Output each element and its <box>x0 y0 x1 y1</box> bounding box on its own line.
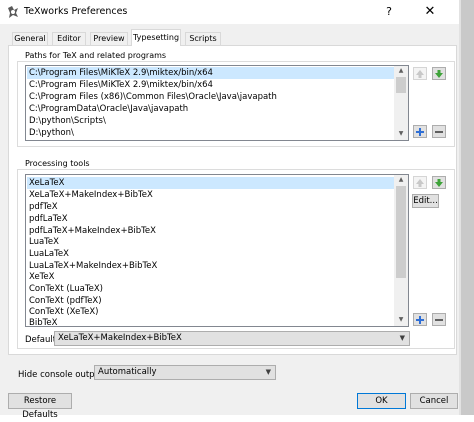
scroll-up-arrow-icon[interactable]: ▲ <box>394 67 408 76</box>
list-item[interactable]: pdfTeX <box>27 201 397 213</box>
list-item[interactable]: C:\ProgramData\Oracle\Java\javapath <box>27 103 397 115</box>
list-item[interactable]: D:\python\Scripts\ <box>27 115 397 127</box>
list-item[interactable]: ConTeXt (LuaTeX) <box>27 283 397 295</box>
paths-list[interactable]: C:\Program Files\MiKTeX 2.9\miktex/bin/x… <box>25 65 409 141</box>
tab-preview[interactable]: Preview <box>90 32 128 45</box>
minus-icon <box>435 318 443 321</box>
hide-console-label: Hide console output: <box>18 370 107 380</box>
scroll-up-arrow-icon[interactable]: ▲ <box>394 176 408 185</box>
help-button[interactable]: ? <box>372 0 406 24</box>
texworks-logo-icon <box>6 5 20 19</box>
add-tool-button[interactable] <box>413 313 427 326</box>
list-item[interactable]: XeLaTeX+MakeIndex+BibTeX <box>27 189 397 201</box>
paths-group-label: Paths for TeX and related programs <box>24 51 168 60</box>
scroll-down-arrow-icon[interactable]: ▼ <box>394 316 408 325</box>
move-up-button[interactable] <box>413 67 427 80</box>
plus-icon <box>416 127 424 136</box>
tools-scrollbar[interactable]: ▲ ▼ <box>394 175 408 326</box>
list-item[interactable]: C:\Program Files (x86)\Common Files\Orac… <box>27 91 397 103</box>
move-up-button[interactable] <box>413 176 427 189</box>
scroll-down-arrow-icon[interactable]: ▼ <box>394 130 408 139</box>
list-item[interactable]: LuaLaTeX <box>27 248 397 260</box>
hide-console-select[interactable]: Automatically ▼ <box>94 365 276 380</box>
tab-editor[interactable]: Editor <box>52 32 86 45</box>
add-path-button[interactable] <box>413 125 427 138</box>
arrow-down-icon <box>435 69 443 78</box>
remove-tool-button[interactable] <box>432 313 446 326</box>
arrow-up-icon <box>416 178 424 187</box>
close-button[interactable]: ✕ <box>413 0 447 24</box>
paths-scrollbar[interactable]: ▲ ▼ <box>394 66 408 140</box>
minus-icon <box>435 130 443 133</box>
edit-tool-button[interactable]: Edit... <box>412 194 439 208</box>
move-down-button[interactable] <box>432 176 446 189</box>
chevron-down-icon: ▼ <box>265 368 271 376</box>
list-item[interactable]: BibTeX <box>27 317 397 326</box>
remove-path-button[interactable] <box>432 125 446 138</box>
tab-typesetting[interactable]: Typesetting <box>131 29 181 46</box>
arrow-up-icon <box>416 69 424 78</box>
tab-scripts[interactable]: Scripts <box>185 32 221 45</box>
scroll-thumb[interactable] <box>396 77 406 93</box>
move-down-button[interactable] <box>432 67 446 80</box>
chevron-down-icon: ▼ <box>399 334 405 342</box>
list-item[interactable]: C:\Program Files\MiKTeX 2.9\miktex/bin/x… <box>27 79 397 91</box>
cancel-button[interactable]: Cancel <box>410 393 458 409</box>
hide-console-value: Automatically <box>98 367 157 377</box>
window-title: TeXworks Preferences <box>24 6 128 17</box>
ok-button[interactable]: OK <box>357 393 406 409</box>
background-window <box>461 0 474 415</box>
list-item[interactable]: C:\Program Files\MiKTeX 2.9\miktex/bin/x… <box>27 67 397 79</box>
default-tool-select[interactable]: XeLaTeX+MakeIndex+BibTeX ▼ <box>54 331 410 346</box>
list-item[interactable]: LuaTeX <box>27 236 397 248</box>
default-tool-value: XeLaTeX+MakeIndex+BibTeX <box>58 333 182 343</box>
tools-list[interactable]: XeLaTeX XeLaTeX+MakeIndex+BibTeX pdfTeX … <box>25 174 409 327</box>
list-item[interactable]: D:\python\ <box>27 127 397 139</box>
tools-group-label: Processing tools <box>24 159 91 168</box>
list-item[interactable]: XeTeX <box>27 271 397 283</box>
restore-defaults-button[interactable]: Restore Defaults <box>8 393 72 420</box>
arrow-down-icon <box>435 178 443 187</box>
plus-icon <box>416 315 424 324</box>
list-item[interactable]: XeLaTeX <box>27 177 397 189</box>
tab-general[interactable]: General <box>12 32 48 45</box>
list-item[interactable]: pdfLaTeX <box>27 213 397 225</box>
scroll-thumb[interactable] <box>396 186 406 278</box>
